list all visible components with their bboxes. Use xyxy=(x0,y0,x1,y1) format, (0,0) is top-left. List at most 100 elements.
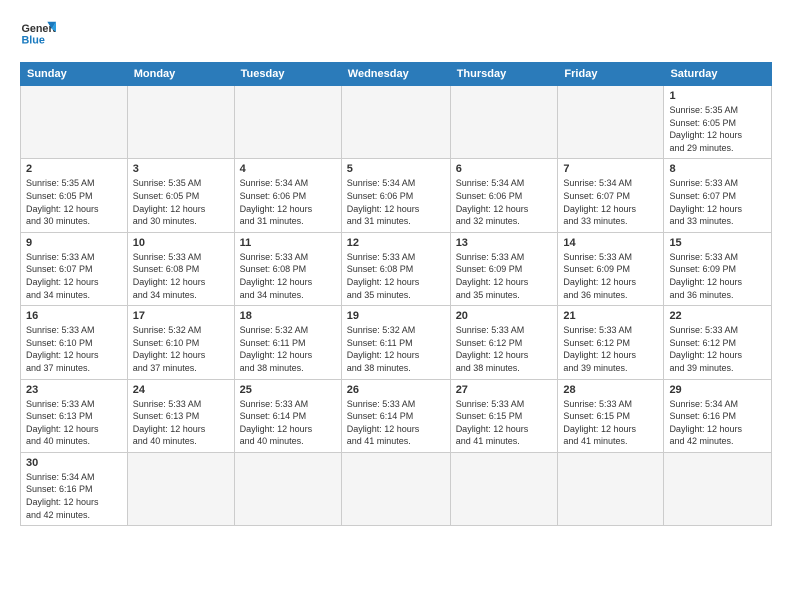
calendar-header-sunday: Sunday xyxy=(21,63,128,86)
day-info: Sunrise: 5:33 AM Sunset: 6:08 PM Dayligh… xyxy=(133,251,229,301)
calendar-cell: 14 Sunrise: 5:33 AM Sunset: 6:09 PM Dayli… xyxy=(558,232,664,305)
day-info: Sunrise: 5:32 AM Sunset: 6:11 PM Dayligh… xyxy=(347,324,445,374)
calendar-cell: 5 Sunrise: 5:34 AM Sunset: 6:06 PM Daylig… xyxy=(341,159,450,232)
calendar-cell xyxy=(234,86,341,159)
day-info: Sunrise: 5:33 AM Sunset: 6:09 PM Dayligh… xyxy=(563,251,658,301)
day-number: 10 xyxy=(133,237,229,249)
calendar-cell: 15 Sunrise: 5:33 AM Sunset: 6:09 PM Dayli… xyxy=(664,232,772,305)
week-row-4: 23 Sunrise: 5:33 AM Sunset: 6:13 PM Dayli… xyxy=(21,379,772,452)
day-number: 25 xyxy=(240,384,336,396)
week-row-1: 2Sunrise: 5:35 AM Sunset: 6:05 PM Daylig… xyxy=(21,159,772,232)
day-info: Sunrise: 5:34 AM Sunset: 6:16 PM Dayligh… xyxy=(669,398,766,448)
calendar-cell: 26Sunrise: 5:33 AM Sunset: 6:14 PM Dayli… xyxy=(341,379,450,452)
day-number: 24 xyxy=(133,384,229,396)
day-number: 30 xyxy=(26,457,122,469)
calendar-cell: 24 Sunrise: 5:33 AM Sunset: 6:13 PM Dayli… xyxy=(127,379,234,452)
day-info: Sunrise: 5:33 AM Sunset: 6:09 PM Dayligh… xyxy=(669,251,766,301)
day-number: 19 xyxy=(347,310,445,322)
calendar-cell xyxy=(127,86,234,159)
calendar-cell: 9Sunrise: 5:33 AM Sunset: 6:07 PM Daylig… xyxy=(21,232,128,305)
calendar-cell: 25 Sunrise: 5:33 AM Sunset: 6:14 PM Dayli… xyxy=(234,379,341,452)
day-number: 15 xyxy=(669,237,766,249)
day-number: 7 xyxy=(563,163,658,175)
day-info: Sunrise: 5:33 AM Sunset: 6:09 PM Dayligh… xyxy=(456,251,553,301)
day-info: Sunrise: 5:33 AM Sunset: 6:15 PM Dayligh… xyxy=(456,398,553,448)
day-info: Sunrise: 5:33 AM Sunset: 6:12 PM Dayligh… xyxy=(456,324,553,374)
day-info: Sunrise: 5:35 AM Sunset: 6:05 PM Dayligh… xyxy=(133,177,229,227)
page: General Blue SundayMondayTuesdayWednesda… xyxy=(0,0,792,612)
day-number: 20 xyxy=(456,310,553,322)
week-row-3: 16Sunrise: 5:33 AM Sunset: 6:10 PM Dayli… xyxy=(21,306,772,379)
calendar-cell: 11 Sunrise: 5:33 AM Sunset: 6:08 PM Dayli… xyxy=(234,232,341,305)
day-number: 16 xyxy=(26,310,122,322)
calendar-cell: 6 Sunrise: 5:34 AM Sunset: 6:06 PM Daylig… xyxy=(450,159,558,232)
calendar-cell xyxy=(21,86,128,159)
day-number: 6 xyxy=(456,163,553,175)
calendar-cell: 30 Sunrise: 5:34 AM Sunset: 6:16 PM Dayli… xyxy=(21,452,128,525)
calendar-header-row: SundayMondayTuesdayWednesdayThursdayFrid… xyxy=(21,63,772,86)
day-number: 17 xyxy=(133,310,229,322)
calendar-cell: 1 Sunrise: 5:35 AM Sunset: 6:05 PM Daylig… xyxy=(664,86,772,159)
day-info: Sunrise: 5:33 AM Sunset: 6:13 PM Dayligh… xyxy=(133,398,229,448)
calendar-cell: 29Sunrise: 5:34 AM Sunset: 6:16 PM Dayli… xyxy=(664,379,772,452)
day-number: 21 xyxy=(563,310,658,322)
day-number: 13 xyxy=(456,237,553,249)
day-info: Sunrise: 5:34 AM Sunset: 6:06 PM Dayligh… xyxy=(456,177,553,227)
day-number: 5 xyxy=(347,163,445,175)
calendar-cell: 28 Sunrise: 5:33 AM Sunset: 6:15 PM Dayli… xyxy=(558,379,664,452)
calendar-cell xyxy=(341,86,450,159)
day-number: 3 xyxy=(133,163,229,175)
day-info: Sunrise: 5:33 AM Sunset: 6:15 PM Dayligh… xyxy=(563,398,658,448)
day-number: 11 xyxy=(240,237,336,249)
logo-icon: General Blue xyxy=(20,16,56,52)
calendar-cell: 19 Sunrise: 5:32 AM Sunset: 6:11 PM Dayli… xyxy=(341,306,450,379)
calendar-header-tuesday: Tuesday xyxy=(234,63,341,86)
calendar-cell: 13 Sunrise: 5:33 AM Sunset: 6:09 PM Dayli… xyxy=(450,232,558,305)
day-info: Sunrise: 5:33 AM Sunset: 6:12 PM Dayligh… xyxy=(563,324,658,374)
calendar-cell: 18 Sunrise: 5:32 AM Sunset: 6:11 PM Dayli… xyxy=(234,306,341,379)
calendar-table: SundayMondayTuesdayWednesdayThursdayFrid… xyxy=(20,62,772,526)
calendar-header-monday: Monday xyxy=(127,63,234,86)
calendar-cell: 10 Sunrise: 5:33 AM Sunset: 6:08 PM Dayli… xyxy=(127,232,234,305)
day-info: Sunrise: 5:35 AM Sunset: 6:05 PM Dayligh… xyxy=(669,104,766,154)
day-info: Sunrise: 5:35 AM Sunset: 6:05 PM Dayligh… xyxy=(26,177,122,227)
day-info: Sunrise: 5:33 AM Sunset: 6:07 PM Dayligh… xyxy=(26,251,122,301)
calendar-cell xyxy=(558,86,664,159)
day-info: Sunrise: 5:34 AM Sunset: 6:07 PM Dayligh… xyxy=(563,177,658,227)
calendar-cell xyxy=(558,452,664,525)
calendar-cell: 23 Sunrise: 5:33 AM Sunset: 6:13 PM Dayli… xyxy=(21,379,128,452)
calendar-cell xyxy=(450,452,558,525)
day-info: Sunrise: 5:33 AM Sunset: 6:14 PM Dayligh… xyxy=(240,398,336,448)
header: General Blue xyxy=(20,16,772,52)
calendar-cell: 17Sunrise: 5:32 AM Sunset: 6:10 PM Dayli… xyxy=(127,306,234,379)
day-number: 18 xyxy=(240,310,336,322)
day-number: 12 xyxy=(347,237,445,249)
day-number: 8 xyxy=(669,163,766,175)
logo: General Blue xyxy=(20,16,56,52)
day-number: 14 xyxy=(563,237,658,249)
day-number: 1 xyxy=(669,90,766,102)
day-info: Sunrise: 5:33 AM Sunset: 6:08 PM Dayligh… xyxy=(240,251,336,301)
day-info: Sunrise: 5:33 AM Sunset: 6:12 PM Dayligh… xyxy=(669,324,766,374)
day-info: Sunrise: 5:33 AM Sunset: 6:08 PM Dayligh… xyxy=(347,251,445,301)
calendar-cell: 8Sunrise: 5:33 AM Sunset: 6:07 PM Daylig… xyxy=(664,159,772,232)
day-number: 23 xyxy=(26,384,122,396)
day-info: Sunrise: 5:33 AM Sunset: 6:13 PM Dayligh… xyxy=(26,398,122,448)
day-info: Sunrise: 5:34 AM Sunset: 6:16 PM Dayligh… xyxy=(26,471,122,521)
calendar-cell: 3 Sunrise: 5:35 AM Sunset: 6:05 PM Daylig… xyxy=(127,159,234,232)
calendar-cell: 21 Sunrise: 5:33 AM Sunset: 6:12 PM Dayli… xyxy=(558,306,664,379)
week-row-5: 30 Sunrise: 5:34 AM Sunset: 6:16 PM Dayli… xyxy=(21,452,772,525)
calendar-cell xyxy=(664,452,772,525)
calendar-cell: 4Sunrise: 5:34 AM Sunset: 6:06 PM Daylig… xyxy=(234,159,341,232)
calendar-cell xyxy=(450,86,558,159)
calendar-cell: 12 Sunrise: 5:33 AM Sunset: 6:08 PM Dayli… xyxy=(341,232,450,305)
calendar-cell: 20 Sunrise: 5:33 AM Sunset: 6:12 PM Dayli… xyxy=(450,306,558,379)
day-info: Sunrise: 5:34 AM Sunset: 6:06 PM Dayligh… xyxy=(347,177,445,227)
calendar-header-saturday: Saturday xyxy=(664,63,772,86)
day-info: Sunrise: 5:32 AM Sunset: 6:11 PM Dayligh… xyxy=(240,324,336,374)
day-number: 28 xyxy=(563,384,658,396)
calendar-header-wednesday: Wednesday xyxy=(341,63,450,86)
calendar-cell: 2Sunrise: 5:35 AM Sunset: 6:05 PM Daylig… xyxy=(21,159,128,232)
calendar-cell xyxy=(127,452,234,525)
calendar-cell: 7 Sunrise: 5:34 AM Sunset: 6:07 PM Daylig… xyxy=(558,159,664,232)
